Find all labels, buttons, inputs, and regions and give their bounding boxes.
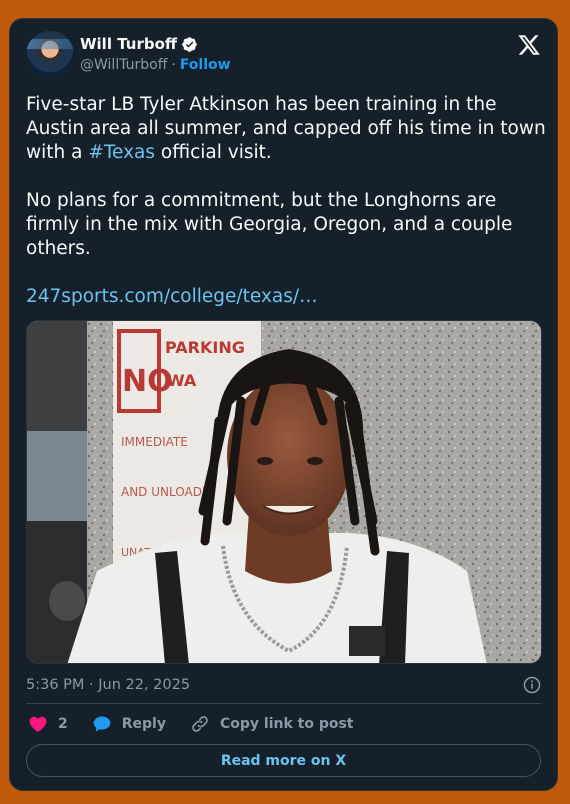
photo-scene: NO PARKING WA IMMEDIATE AND UNLOADIN UNA… xyxy=(27,321,541,663)
sign-text-unloading: AND UNLOADIN xyxy=(121,485,214,499)
tweet-card: Will Turboff @WillTurboff · Follow Five-… xyxy=(9,18,558,791)
verified-icon xyxy=(182,36,197,52)
sign-text-wa: WA xyxy=(167,371,197,390)
action-bar: 2 Reply Copy link to post xyxy=(28,712,378,736)
info-icon[interactable] xyxy=(523,676,541,694)
like-button[interactable]: 2 xyxy=(28,714,68,734)
author-name[interactable]: Will Turboff xyxy=(80,35,177,53)
reply-bubble-icon xyxy=(93,716,111,732)
reply-button[interactable]: Reply xyxy=(92,714,166,734)
tweet-photo[interactable]: NO PARKING WA IMMEDIATE AND UNLOADIN UNA… xyxy=(26,320,542,664)
hashtag-link[interactable]: #Texas xyxy=(88,142,155,163)
follow-button[interactable]: Follow xyxy=(180,57,231,73)
copy-link-button[interactable]: Copy link to post xyxy=(190,714,354,734)
tweet-paragraph-2: No plans for a commitment, but the Longh… xyxy=(26,190,513,259)
avatar[interactable] xyxy=(26,31,74,79)
separator-dot: · xyxy=(171,57,176,73)
tweet-header: Will Turboff @WillTurboff · Follow xyxy=(26,31,541,81)
copy-link-label: Copy link to post xyxy=(219,716,354,732)
tweet-text: Five-star LB Tyler Atkinson has been tra… xyxy=(26,93,546,309)
author-handle[interactable]: @WillTurboff xyxy=(80,57,167,73)
reply-label: Reply xyxy=(121,716,166,732)
link-icon xyxy=(192,716,208,732)
tweet-link[interactable]: 247sports.com/college/texas/… xyxy=(26,285,546,309)
divider xyxy=(26,703,541,704)
read-more-button[interactable]: Read more on X xyxy=(26,744,541,777)
heart-icon xyxy=(29,716,47,732)
sign-text-parking: PARKING xyxy=(165,338,245,357)
like-count: 2 xyxy=(58,716,68,732)
x-logo-icon[interactable] xyxy=(517,33,541,57)
sign-text-no: NO xyxy=(122,364,173,399)
tweet-timestamp[interactable]: 5:36 PM · Jun 22, 2025 xyxy=(26,677,190,693)
tweet-paragraph-1: Five-star LB Tyler Atkinson has been tra… xyxy=(26,94,546,163)
sign-text-immediate: IMMEDIATE xyxy=(121,435,188,449)
